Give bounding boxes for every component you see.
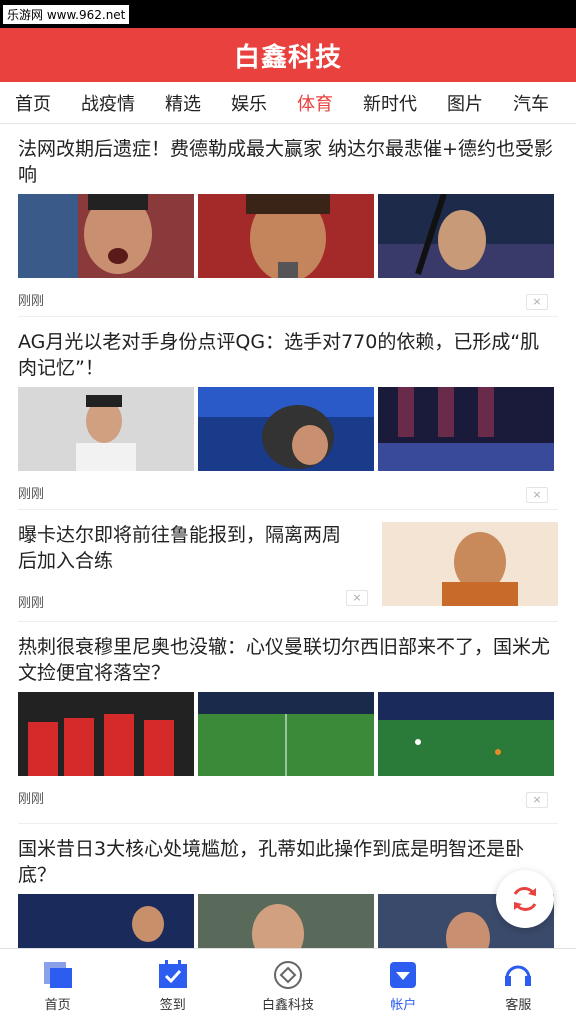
tab-auto[interactable]: 汽车 [498,90,564,116]
home-icon [43,962,72,988]
news-image[interactable] [18,894,194,948]
nav-checkin[interactable]: 签到 [115,949,230,1024]
news-image[interactable] [198,894,374,948]
account-icon [390,962,417,988]
nav-label: 白鑫科技 [262,998,315,1013]
news-image[interactable] [378,194,554,278]
news-time: 刚刚 [18,596,45,611]
bottom-nav: 首页 签到 白鑫科技 帐户 客服 [0,948,576,1024]
nav-label: 签到 [159,998,186,1013]
tab-entertainment[interactable]: 娱乐 [216,90,282,116]
news-image[interactable] [18,387,194,471]
tab-new-era[interactable]: 新时代 [348,90,432,116]
news-item[interactable]: 法网改期后遗症！费德勒成最大赢家 纳达尔最悲催+德约也受影响 刚刚 × [18,124,558,317]
watermark-bar: 乐游网 www.962.net [0,0,576,28]
nav-service[interactable]: 客服 [461,949,576,1024]
news-image[interactable] [18,194,194,278]
app-header: 白鑫科技 [0,28,576,82]
nav-home[interactable]: 首页 [0,949,115,1024]
news-image[interactable] [378,387,554,471]
news-image[interactable] [18,692,194,776]
diamond-icon [274,961,302,989]
news-title[interactable]: 法网改期后遗症！费德勒成最大赢家 纳达尔最悲催+德约也受影响 [18,136,558,188]
news-time: 刚刚 [18,792,45,807]
news-item[interactable]: 国米昔日3大核心处境尴尬，孔蒂如此操作到底是明智还是卧底？ [18,824,558,948]
dismiss-button[interactable]: × [346,590,368,606]
watermark-text: 乐游网 www.962.net [3,5,130,24]
checkin-icon [158,960,187,988]
nav-brand[interactable]: 白鑫科技 [230,949,345,1024]
news-title[interactable]: 国米昔日3大核心处境尴尬，孔蒂如此操作到底是明智还是卧底？ [18,836,558,888]
tab-home[interactable]: 首页 [0,90,66,116]
dismiss-button[interactable]: × [526,792,548,808]
refresh-button[interactable] [496,870,554,928]
news-title[interactable]: 曝卡达尔即将前往鲁能报到，隔离两周后加入合练 [18,522,372,574]
tab-featured[interactable]: 精选 [150,90,216,116]
news-image[interactable] [198,194,374,278]
tab-sports[interactable]: 体育 [282,90,348,116]
news-image[interactable] [198,387,374,471]
news-feed[interactable]: 法网改期后遗症！费德勒成最大赢家 纳达尔最悲催+德约也受影响 刚刚 × AG月光… [0,124,576,948]
dismiss-button[interactable]: × [526,487,548,503]
dismiss-button[interactable]: × [526,294,548,310]
news-title[interactable]: 热刺很衰穆里尼奥也没辙：心仪曼联切尔西旧部来不了，国米尤文捡便宜将落空？ [18,634,558,686]
news-image[interactable] [382,522,558,606]
nav-label: 首页 [44,998,71,1013]
news-item[interactable]: 曝卡达尔即将前往鲁能报到，隔离两周后加入合练 刚刚 × [18,510,558,622]
app-title: 白鑫科技 [233,42,342,73]
tab-pictures[interactable]: 图片 [432,90,498,116]
news-title[interactable]: AG月光以老对手身份点评QG：选手对770的依赖，已形成“肌肉记忆”！ [18,329,558,381]
category-tabs: 首页 战疫情 精选 娱乐 体育 新时代 图片 汽车 房 [0,82,576,124]
headset-icon [505,965,532,986]
nav-account[interactable]: 帐户 [346,949,461,1024]
news-item[interactable]: AG月光以老对手身份点评QG：选手对770的依赖，已形成“肌肉记忆”！ 刚刚 × [18,317,558,510]
news-image[interactable] [378,692,554,776]
nav-label: 帐户 [390,998,417,1013]
news-time: 刚刚 [18,487,45,502]
nav-label: 客服 [505,998,532,1013]
tab-house[interactable]: 房 [564,90,576,116]
tab-epidemic[interactable]: 战疫情 [66,90,150,116]
news-item[interactable]: 热刺很衰穆里尼奥也没辙：心仪曼联切尔西旧部来不了，国米尤文捡便宜将落空？ 刚刚 … [18,622,558,824]
refresh-icon [513,887,537,911]
news-time: 刚刚 [18,294,45,309]
news-image[interactable] [198,692,374,776]
